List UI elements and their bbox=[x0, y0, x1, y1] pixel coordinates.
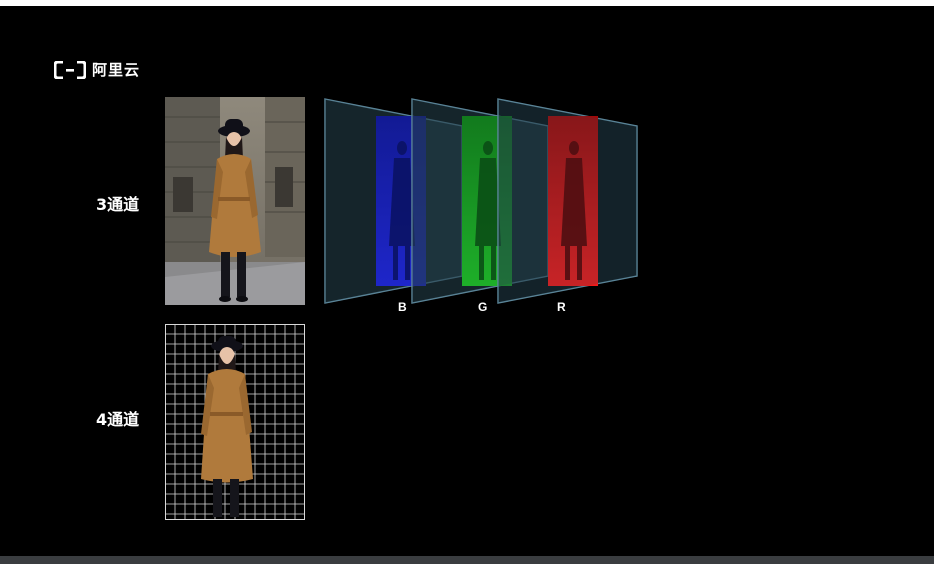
channel-label-g: G bbox=[478, 300, 488, 314]
rgba-photo bbox=[165, 324, 305, 520]
logo-text: 阿里云 bbox=[92, 61, 141, 79]
aliyun-logo-icon bbox=[54, 60, 86, 79]
channel-planes bbox=[324, 98, 638, 304]
aliyun-logo: 阿里云 bbox=[54, 59, 140, 80]
channel-label-b: B bbox=[398, 300, 407, 314]
red-channel-plane bbox=[497, 98, 638, 304]
row-label-4-channel: 4通道 bbox=[96, 410, 140, 429]
top-border bbox=[0, 0, 934, 6]
bottom-bar bbox=[0, 556, 934, 564]
channel-label-r: R bbox=[557, 300, 566, 314]
transparency-grid-image bbox=[165, 324, 305, 520]
rgb-photo bbox=[165, 97, 305, 305]
row-label-3-channel: 3通道 bbox=[96, 195, 140, 214]
woman-street-image bbox=[165, 97, 305, 305]
